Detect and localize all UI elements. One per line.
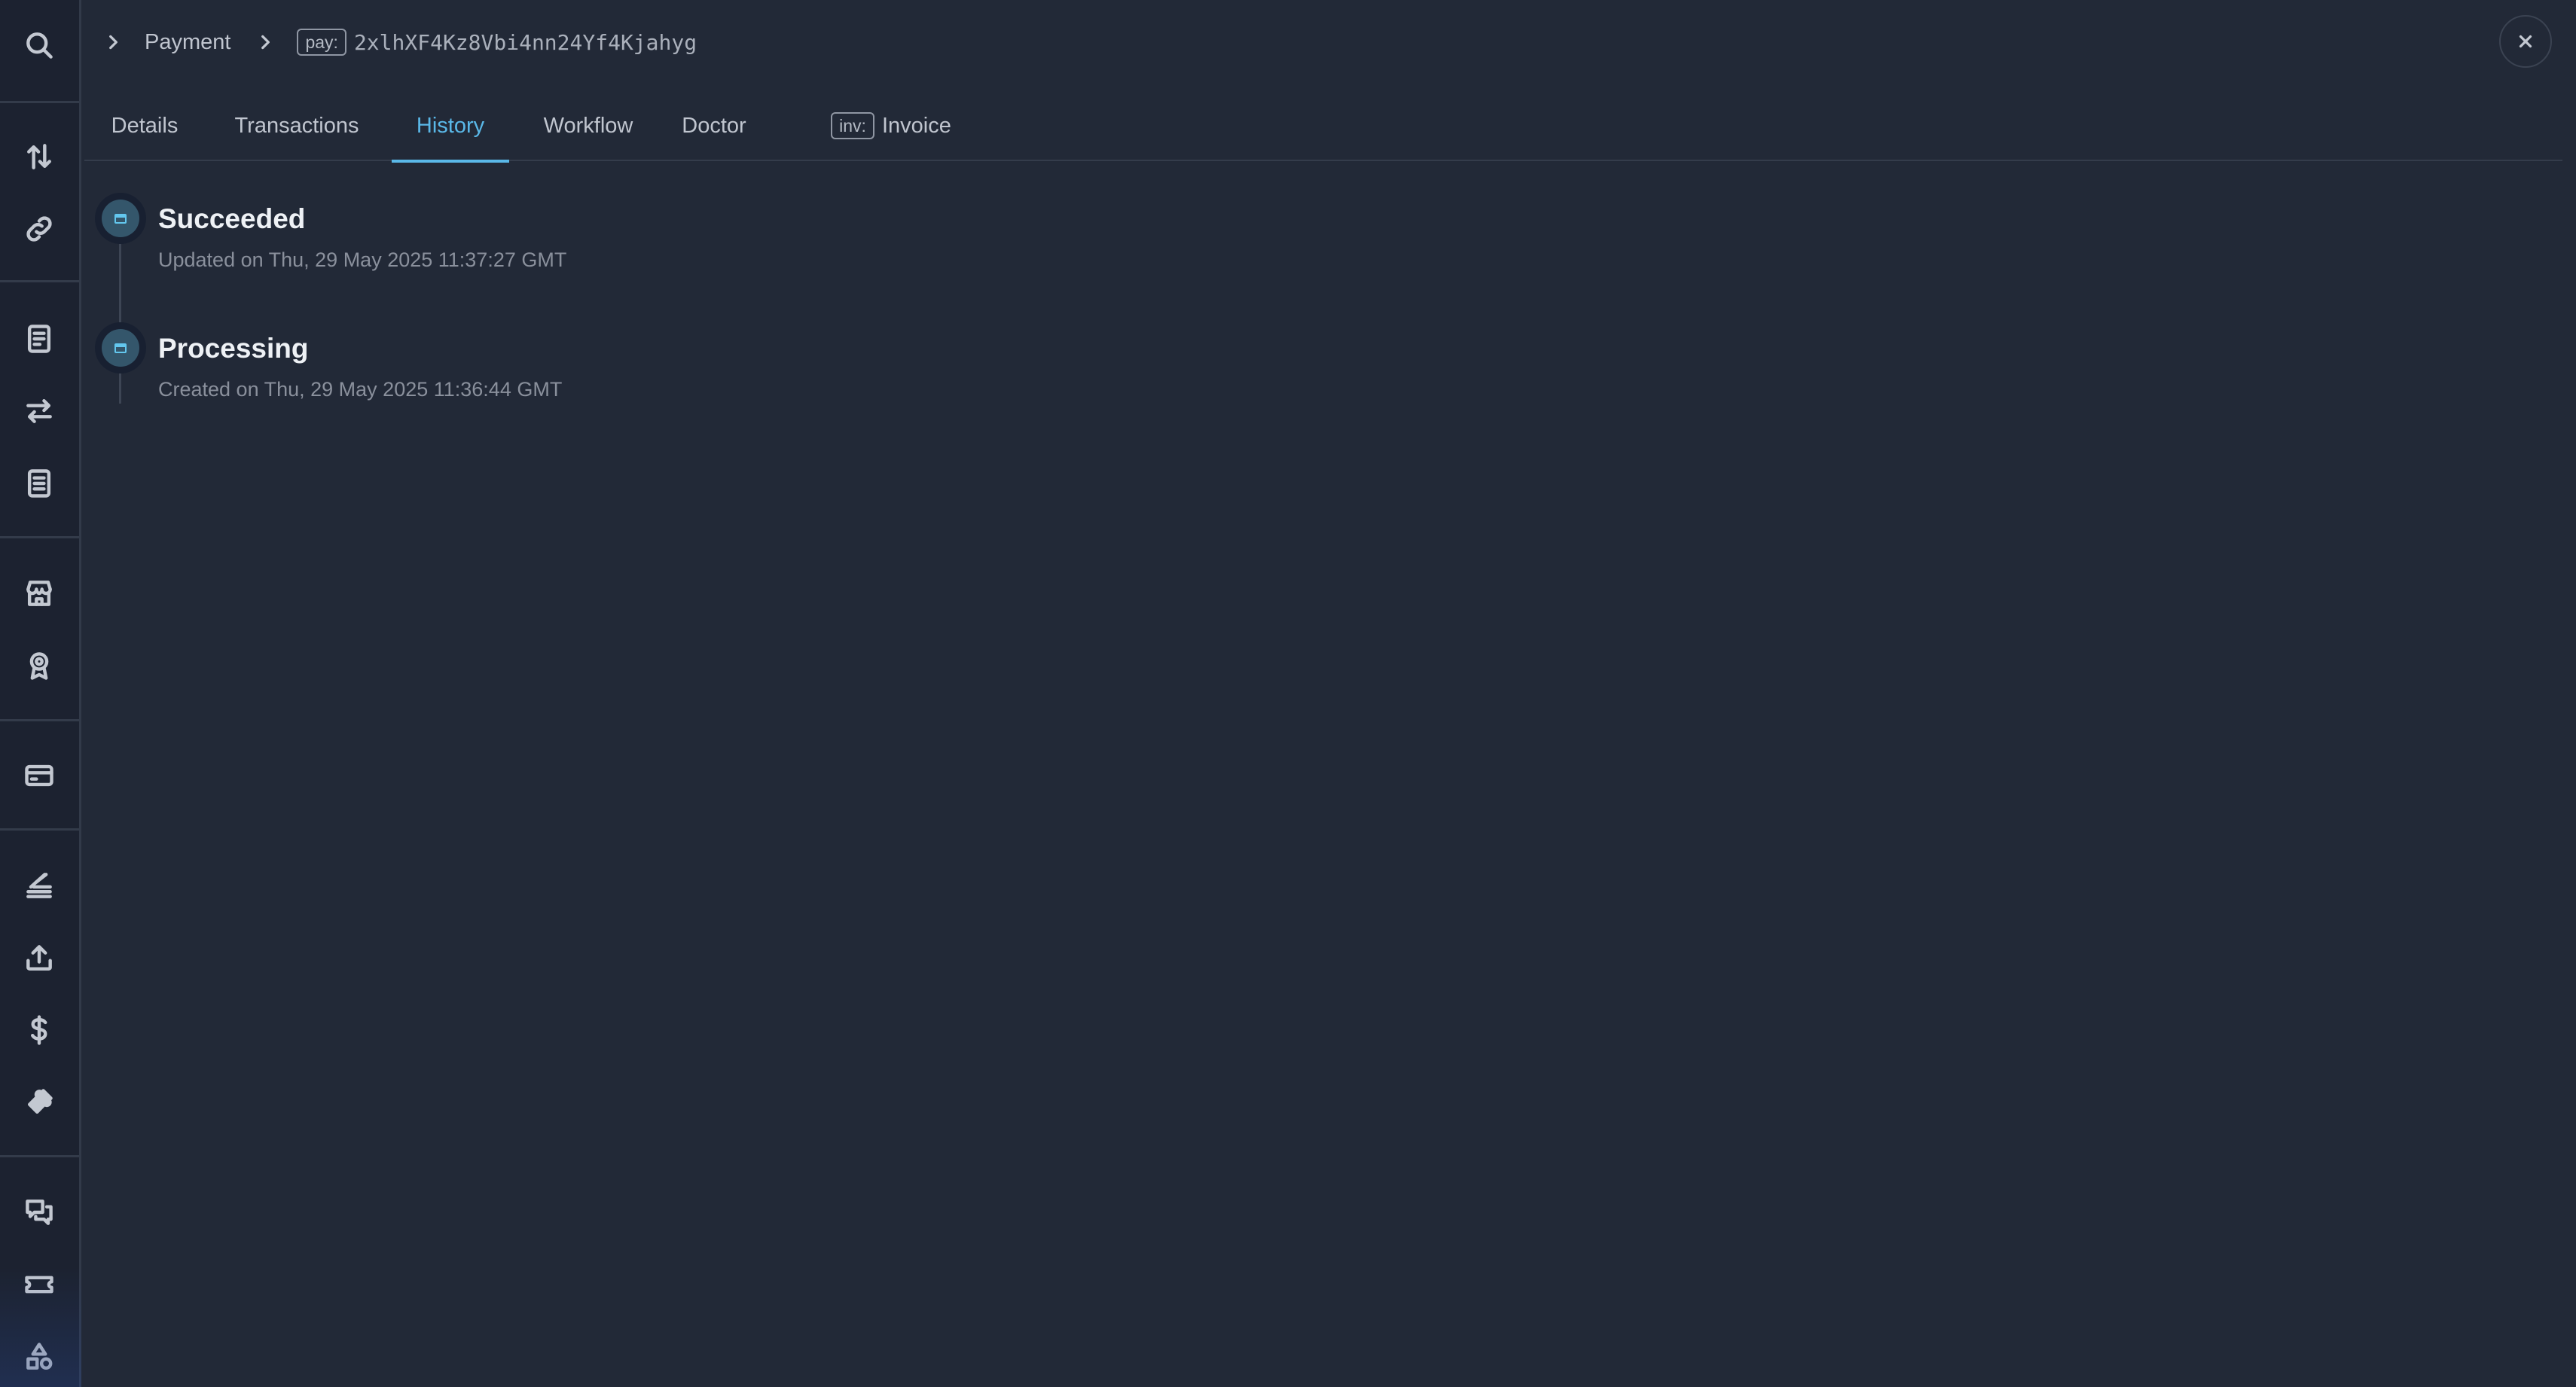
tab-invoice[interactable]: inv: Invoice xyxy=(824,90,958,161)
puzzle-icon[interactable] xyxy=(17,1080,62,1125)
close-icon xyxy=(2519,35,2532,48)
sidebar-divider xyxy=(0,719,79,721)
sidebar-divider xyxy=(0,828,79,831)
invoice-prefix-badge: inv: xyxy=(831,112,874,139)
sidebar-divider xyxy=(0,536,79,538)
payment-id[interactable]: 2xlhXF4Kz8Vbi4nn24Yf4Kjahyg xyxy=(354,30,697,55)
timeline-detail: Updated on Thu, 29 May 2025 11:37:27 GMT xyxy=(158,248,567,271)
chevron-right-icon[interactable] xyxy=(98,27,128,57)
stack-icon[interactable] xyxy=(17,863,62,908)
tab-workflow[interactable]: Workflow xyxy=(532,90,645,161)
timeline-connector xyxy=(119,373,121,404)
award-icon[interactable] xyxy=(17,643,62,688)
receipt-icon xyxy=(95,193,146,244)
tab-transactions[interactable]: Transactions xyxy=(218,90,375,161)
exchange-icon[interactable] xyxy=(17,389,62,434)
tab-label: Transactions xyxy=(234,113,359,138)
transfer-icon[interactable] xyxy=(17,134,62,179)
sidebar-divider xyxy=(0,280,79,282)
id-prefix-badge: pay: xyxy=(297,29,346,56)
tab-details[interactable]: Details xyxy=(98,90,191,161)
breadcrumb-payment-link[interactable]: Payment xyxy=(145,30,230,55)
timeline-status: Processing xyxy=(158,333,309,364)
store-icon[interactable] xyxy=(17,571,62,616)
timeline-detail: Created on Thu, 29 May 2025 11:36:44 GMT xyxy=(158,378,563,401)
sidebar-divider xyxy=(0,1155,79,1157)
tab-label: Details xyxy=(111,113,179,138)
receipt-alt-icon[interactable] xyxy=(17,461,62,506)
search-icon[interactable] xyxy=(17,23,62,68)
dollar-icon[interactable] xyxy=(17,1007,62,1053)
tab-history[interactable]: History xyxy=(392,90,509,163)
tab-label: History xyxy=(416,113,485,138)
chevron-right-icon xyxy=(250,27,280,57)
sidebar xyxy=(0,0,81,1387)
tab-bar: Details Transactions History Workflow Do… xyxy=(84,90,2562,163)
tab-doctor[interactable]: Doctor xyxy=(669,90,759,161)
tab-label: Invoice xyxy=(881,113,951,138)
upload-icon[interactable] xyxy=(17,935,62,980)
close-button[interactable] xyxy=(2499,15,2552,68)
tab-label: Doctor xyxy=(682,113,746,138)
sidebar-divider xyxy=(0,101,79,103)
breadcrumb: Payment pay: 2xlhXF4Kz8Vbi4nn24Yf4Kjahyg xyxy=(98,21,697,63)
shapes-icon[interactable] xyxy=(17,1334,62,1379)
timeline-status: Succeeded xyxy=(158,203,306,234)
ticket-icon[interactable] xyxy=(17,1262,62,1307)
receipt-icon[interactable] xyxy=(17,316,62,361)
card-icon[interactable] xyxy=(17,753,62,798)
tab-label: Workflow xyxy=(543,113,633,138)
timeline-connector xyxy=(119,244,121,322)
app-window: Payment pay: 2xlhXF4Kz8Vbi4nn24Yf4Kjahyg… xyxy=(0,0,2576,1387)
receipt-icon xyxy=(95,322,146,373)
link-icon[interactable] xyxy=(17,206,62,251)
chat-icon[interactable] xyxy=(17,1190,62,1235)
